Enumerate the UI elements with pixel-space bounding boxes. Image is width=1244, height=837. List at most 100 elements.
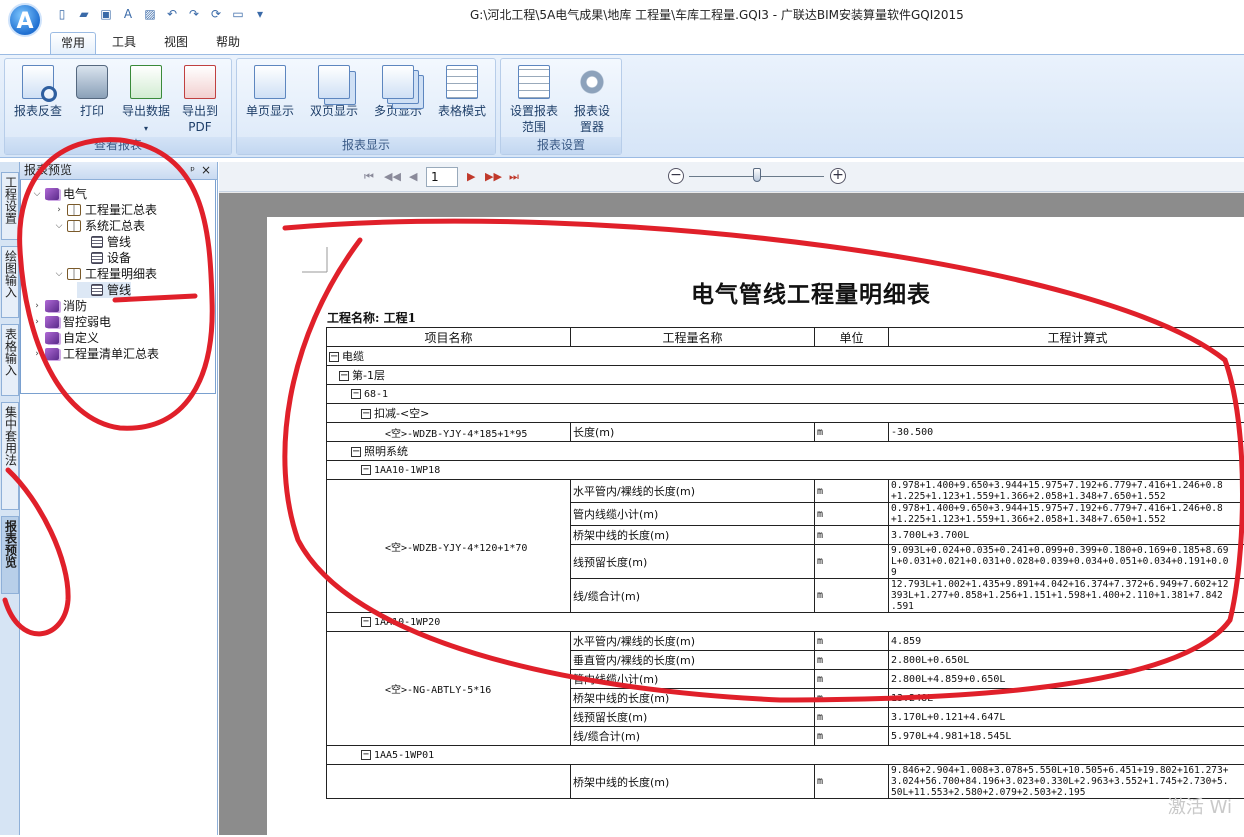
report-sheet-icon — [91, 252, 103, 264]
table-row[interactable]: −1AA10-1WP18 — [327, 461, 1244, 480]
customize-toolbar-icon[interactable]: ▾ — [250, 5, 270, 23]
prev-page-button[interactable]: ◀ — [409, 170, 417, 183]
table-row[interactable]: 桥架中线的长度(m) m 9.846+2.904+1.008+3.078+5.5… — [327, 765, 1244, 799]
tree-node[interactable]: ⌵ 电气 — [31, 186, 87, 202]
expand-arrow-icon[interactable]: › — [31, 330, 43, 346]
tree-node[interactable]: ›消防 — [31, 298, 87, 314]
single-page-button[interactable]: 单页显示 — [241, 63, 299, 119]
spell-check-icon[interactable]: A — [118, 5, 138, 23]
report-reverse-lookup-button[interactable]: 报表反查 — [9, 63, 67, 119]
quantity-name: 长度(m) — [571, 423, 815, 442]
next-fast-button[interactable]: ▶▶ — [485, 170, 502, 183]
table-row[interactable]: −第-1层 — [327, 366, 1244, 385]
vtab-project-settings[interactable]: 工程设置 — [1, 172, 19, 240]
report-designer-button[interactable]: 报表设置器 — [563, 63, 621, 135]
quantity-name: 线/缆合计(m) — [571, 727, 815, 746]
collapse-arrow-icon[interactable]: ⌵ — [53, 266, 65, 282]
tree-node[interactable]: ⌵系统汇总表 — [53, 218, 145, 234]
vtab-label: 集中套用法 — [3, 406, 18, 466]
export-pdf-button[interactable]: 导出到PDF — [171, 63, 229, 135]
double-page-button[interactable]: 双页显示 — [305, 63, 363, 119]
table-mode-button[interactable]: 表格模式 — [433, 63, 491, 119]
vtab-centralized-apply[interactable]: 集中套用法 — [1, 402, 19, 510]
zoom-in-button[interactable]: + — [830, 168, 846, 184]
table-row[interactable]: <空>-WDZB-YJY-4*120+1*70 水平管内/裸线的长度(m) m … — [327, 480, 1244, 503]
collapse-icon[interactable]: − — [351, 389, 361, 399]
expand-arrow-icon[interactable]: › — [31, 314, 43, 330]
collapse-icon[interactable]: − — [361, 750, 371, 760]
tree-node[interactable]: ›自定义 — [31, 330, 99, 346]
table-row[interactable]: −1AA10-1WP20 — [327, 613, 1244, 632]
page-number-input[interactable]: 1 — [426, 167, 458, 187]
report-preview-area[interactable]: 电气管线工程量明细表 工程名称: 工程1 项目名称 工程量名称 单位 工程计算式… — [219, 193, 1244, 835]
redo-icon[interactable]: ↷ — [184, 5, 204, 23]
collapse-icon[interactable]: − — [361, 617, 371, 627]
next-page-button[interactable]: ▶ — [467, 170, 475, 183]
collapse-icon[interactable]: − — [361, 409, 371, 419]
tab-common[interactable]: 常用 — [50, 32, 96, 54]
close-icon[interactable]: × — [201, 162, 211, 179]
table-row[interactable]: <空>-WDZB-YJY-4*185+1*95 长度(m) m -30.500 — [327, 423, 1244, 442]
expand-arrow-icon[interactable]: › — [31, 298, 43, 314]
table-row[interactable]: <空>-NG-ABTLY-5*16 水平管内/裸线的长度(m) m 4.859 — [327, 632, 1244, 651]
tree-node-label: 电气 — [63, 186, 87, 202]
report-book-icon — [45, 332, 59, 344]
vtab-report-preview[interactable]: 报表预览 — [1, 516, 19, 594]
undo-icon[interactable]: ↶ — [162, 5, 182, 23]
app-logo-button[interactable]: A — [8, 3, 42, 37]
first-page-button[interactable]: ⏮ — [364, 170, 374, 184]
tree-node[interactable]: ⌵工程量明细表 — [53, 266, 157, 282]
multi-page-icon — [382, 65, 414, 99]
multi-page-button[interactable]: 多页显示 — [369, 63, 427, 119]
collapse-arrow-icon[interactable]: ⌵ — [53, 218, 65, 234]
prev-fast-button[interactable]: ◀◀ — [384, 170, 401, 183]
collapse-arrow-icon[interactable]: ⌵ — [31, 186, 43, 202]
table-row[interactable]: −1AA5-1WP01 — [327, 746, 1244, 765]
save-icon[interactable]: ▣ — [96, 5, 116, 23]
vtab-label: 表格输入 — [3, 328, 18, 376]
tab-view[interactable]: 视图 — [154, 32, 198, 54]
new-file-icon[interactable]: ▯ — [52, 5, 72, 23]
zoom-slider-thumb[interactable] — [753, 168, 761, 182]
tree-node[interactable]: ›工程量汇总表 — [53, 202, 157, 218]
ribbon-tab-bar: 常用 工具 视图 帮助 — [0, 30, 1244, 54]
set-report-range-button[interactable]: 设置报表范围 — [505, 63, 563, 135]
pin-icon[interactable]: ᵖ — [190, 162, 195, 179]
tree-node[interactable]: 管线 — [77, 282, 131, 298]
formula: -30.500 — [889, 423, 1244, 442]
export-data-button[interactable]: 导出数据▾ — [117, 63, 175, 137]
report-reverse-lookup-label: 报表反查 — [14, 104, 62, 118]
table-row[interactable]: −电缆 — [327, 347, 1244, 366]
tree-node[interactable]: ›智控弱电 — [31, 314, 111, 330]
refresh-icon[interactable]: ⟳ — [206, 5, 226, 23]
tab-help[interactable]: 帮助 — [206, 32, 250, 54]
tree-node[interactable]: 管线 — [77, 234, 131, 250]
tree-node-label: 管线 — [107, 234, 131, 250]
table-row[interactable]: −照明系统 — [327, 442, 1244, 461]
print-button[interactable]: 打印 — [63, 63, 121, 119]
expand-arrow-icon[interactable]: › — [53, 202, 65, 218]
tree-node-label: 工程量清单汇总表 — [63, 346, 159, 362]
window-icon[interactable]: ▭ — [228, 5, 248, 23]
expand-arrow-icon[interactable]: › — [31, 346, 43, 362]
zoom-out-button[interactable]: − — [668, 168, 684, 184]
collapse-icon[interactable]: − — [351, 447, 361, 457]
vtab-table-input[interactable]: 表格输入 — [1, 324, 19, 396]
panel-header: 报表预览 ᵖ × — [20, 162, 217, 180]
collapse-icon[interactable]: − — [329, 352, 339, 362]
vtab-drawing-input[interactable]: 绘图输入 — [1, 246, 19, 318]
image-icon[interactable]: ▨ — [140, 5, 160, 23]
tree-node[interactable]: 设备 — [77, 250, 131, 266]
report-sheet-icon — [91, 236, 103, 248]
tree-node[interactable]: › 工程量清单汇总表 — [31, 346, 159, 362]
open-folder-icon[interactable]: ▰ — [74, 5, 94, 23]
tab-tools[interactable]: 工具 — [102, 32, 146, 54]
table-row[interactable]: −扣减-<空> — [327, 404, 1244, 423]
quantity-name: 垂直管内/裸线的长度(m) — [571, 651, 815, 670]
table-mode-icon — [446, 65, 478, 99]
collapse-icon[interactable]: − — [361, 465, 371, 475]
last-page-button[interactable]: ⏭ — [509, 170, 519, 184]
collapse-icon[interactable]: − — [339, 371, 349, 381]
table-row[interactable]: −68-1 — [327, 385, 1244, 404]
unit: m — [815, 708, 889, 727]
